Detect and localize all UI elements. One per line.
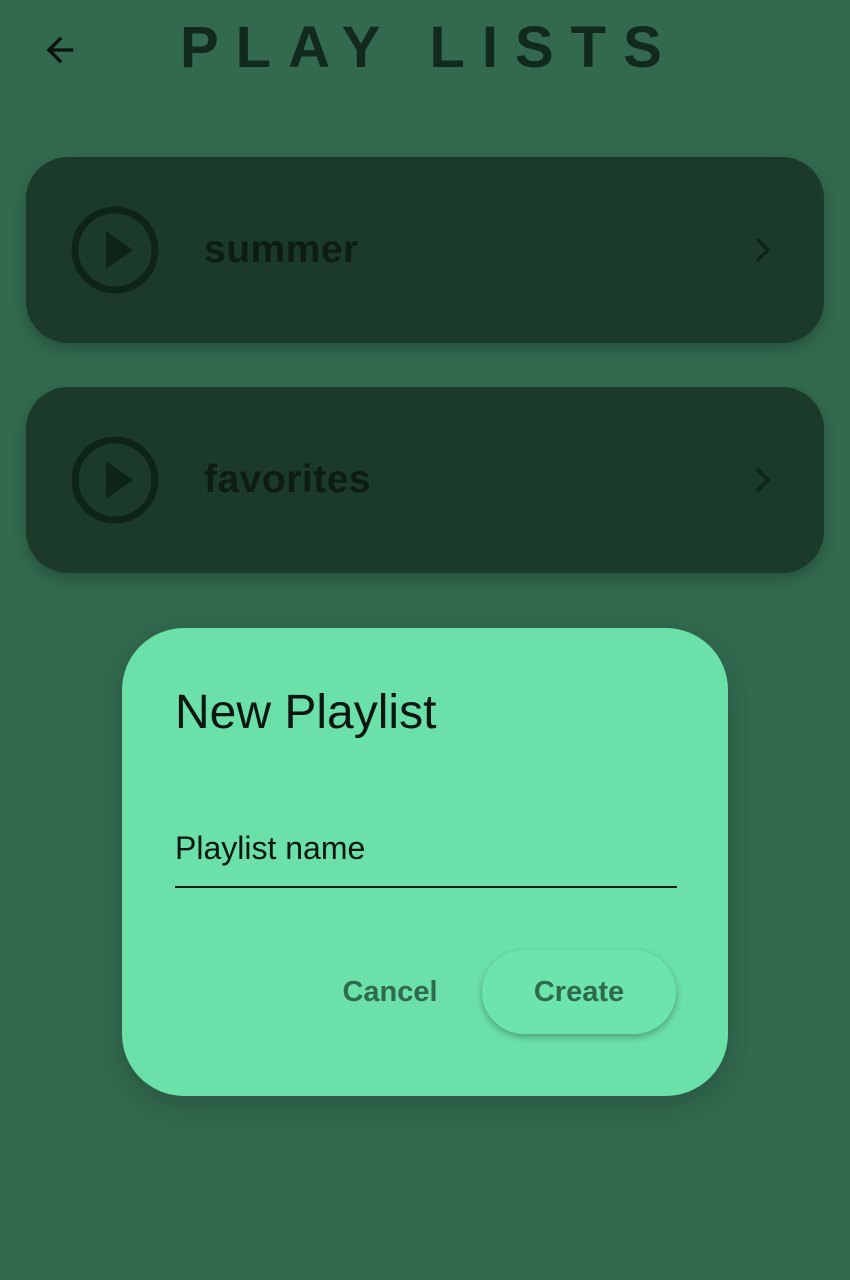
playlist-name: favorites [204,458,372,501]
app-header: PLAY LISTS [0,0,850,100]
page-title: PLAY LISTS [180,15,679,80]
create-button[interactable]: Create [482,950,676,1034]
playlist-name-input[interactable] [175,810,677,888]
playlist-item-favorites[interactable]: favorites [26,387,824,573]
playlists-screen: PLAY LISTS summer favorites New Playlist… [0,0,850,1280]
chevron-right-icon [756,468,770,492]
new-playlist-dialog: New Playlist Cancel Create [122,628,728,1096]
playlist-name: summer [204,228,359,271]
playlist-item-summer[interactable]: summer [26,157,824,343]
playlist-name-field [175,810,677,888]
play-circle-icon [71,206,159,294]
chevron-right-icon [756,238,770,262]
dialog-title: New Playlist [175,686,437,739]
cancel-button[interactable]: Cancel [324,950,456,1034]
back-button[interactable] [36,26,84,74]
play-circle-icon [71,436,159,524]
arrow-left-icon [46,36,74,64]
